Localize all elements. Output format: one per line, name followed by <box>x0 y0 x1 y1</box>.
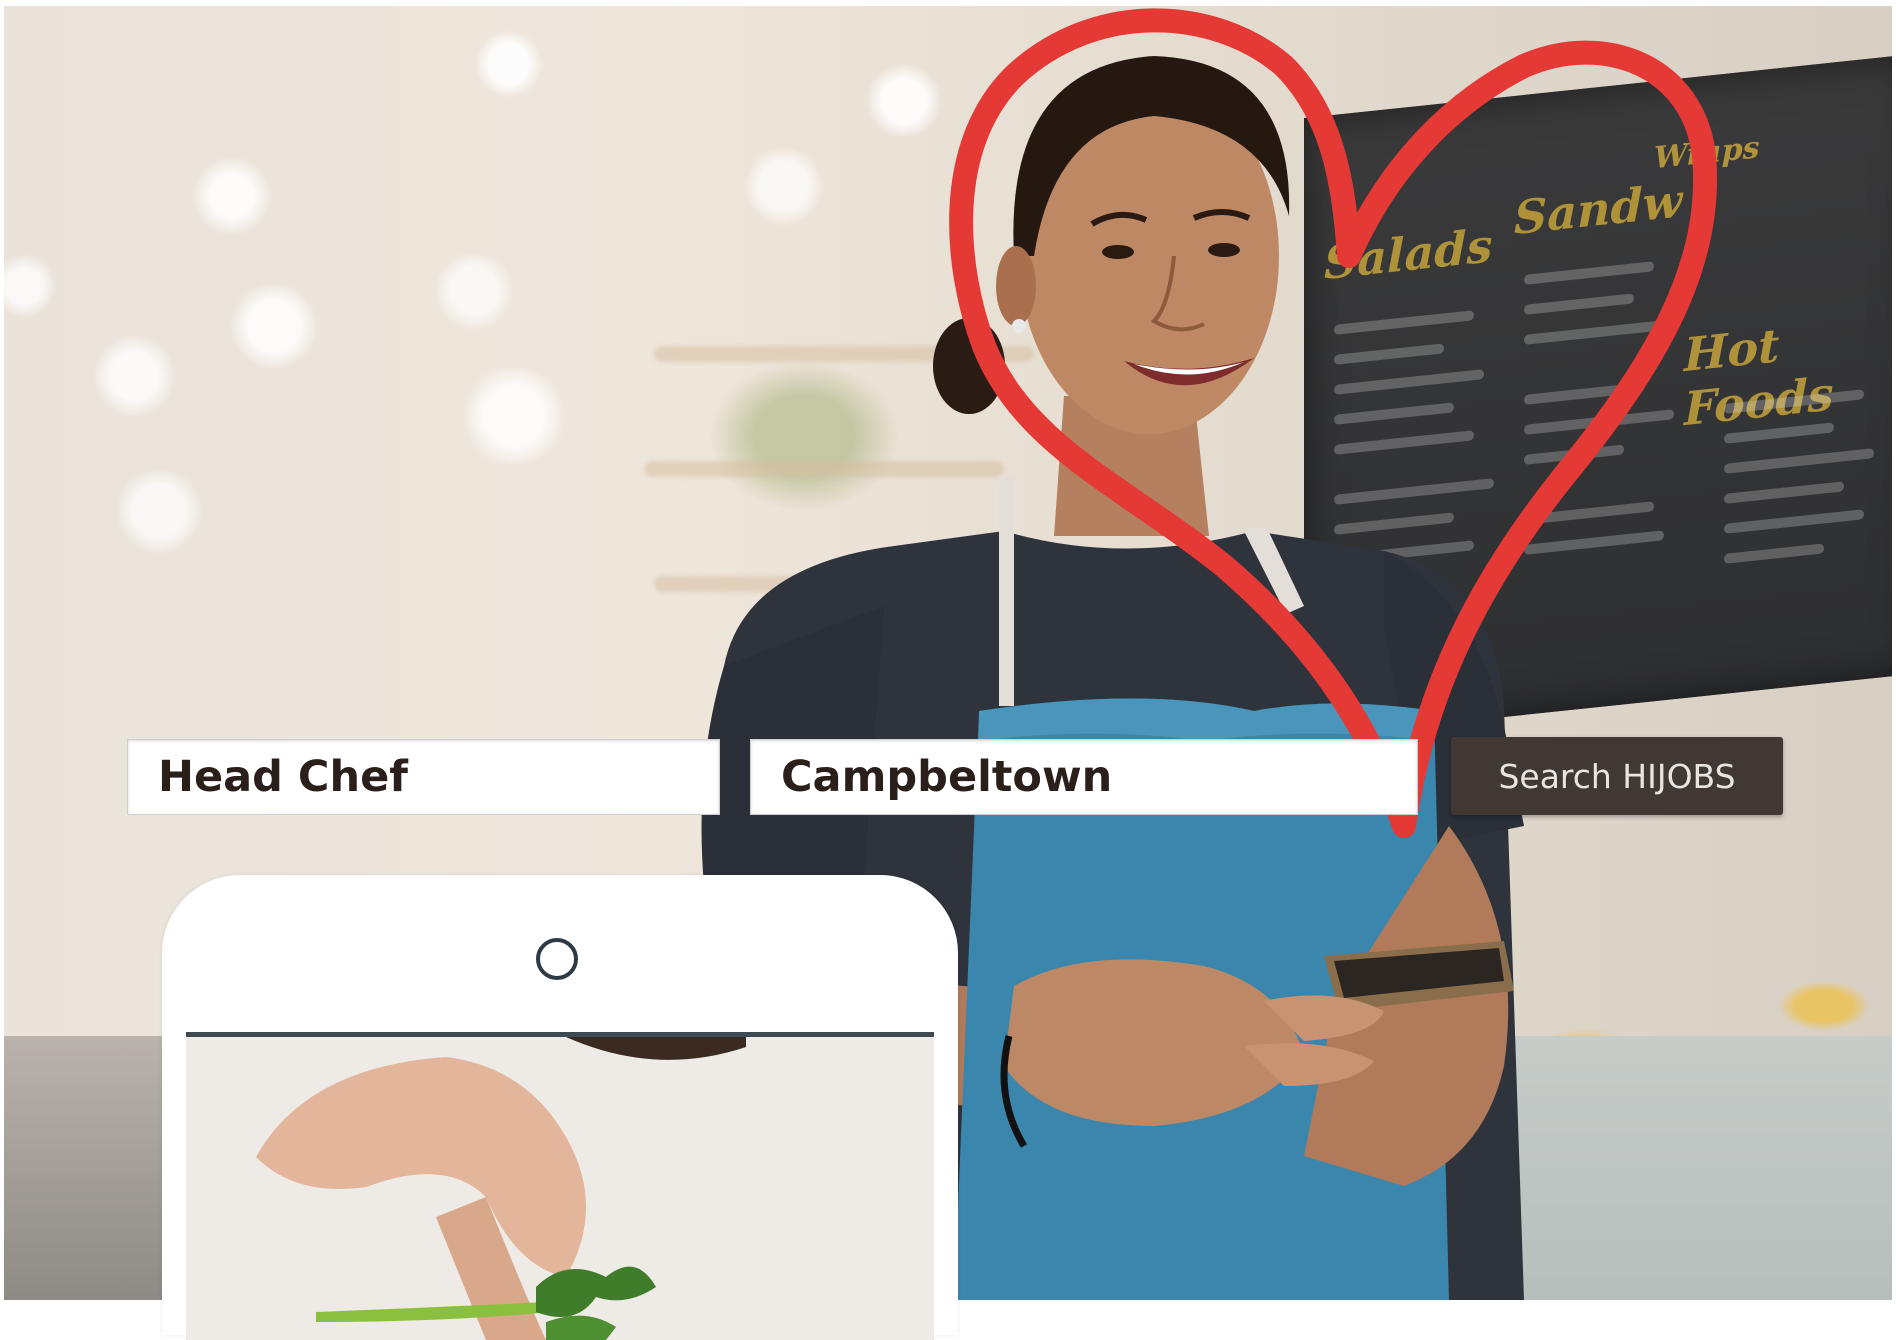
phone-camera-icon <box>536 938 578 980</box>
phone-screen <box>186 1032 934 1340</box>
location-input[interactable] <box>750 739 1418 815</box>
phone-mockup <box>162 875 958 1340</box>
job-title-input[interactable] <box>127 739 720 815</box>
chef-garnish-image <box>186 1037 934 1340</box>
search-button[interactable]: Search HIJOBS <box>1451 737 1783 815</box>
